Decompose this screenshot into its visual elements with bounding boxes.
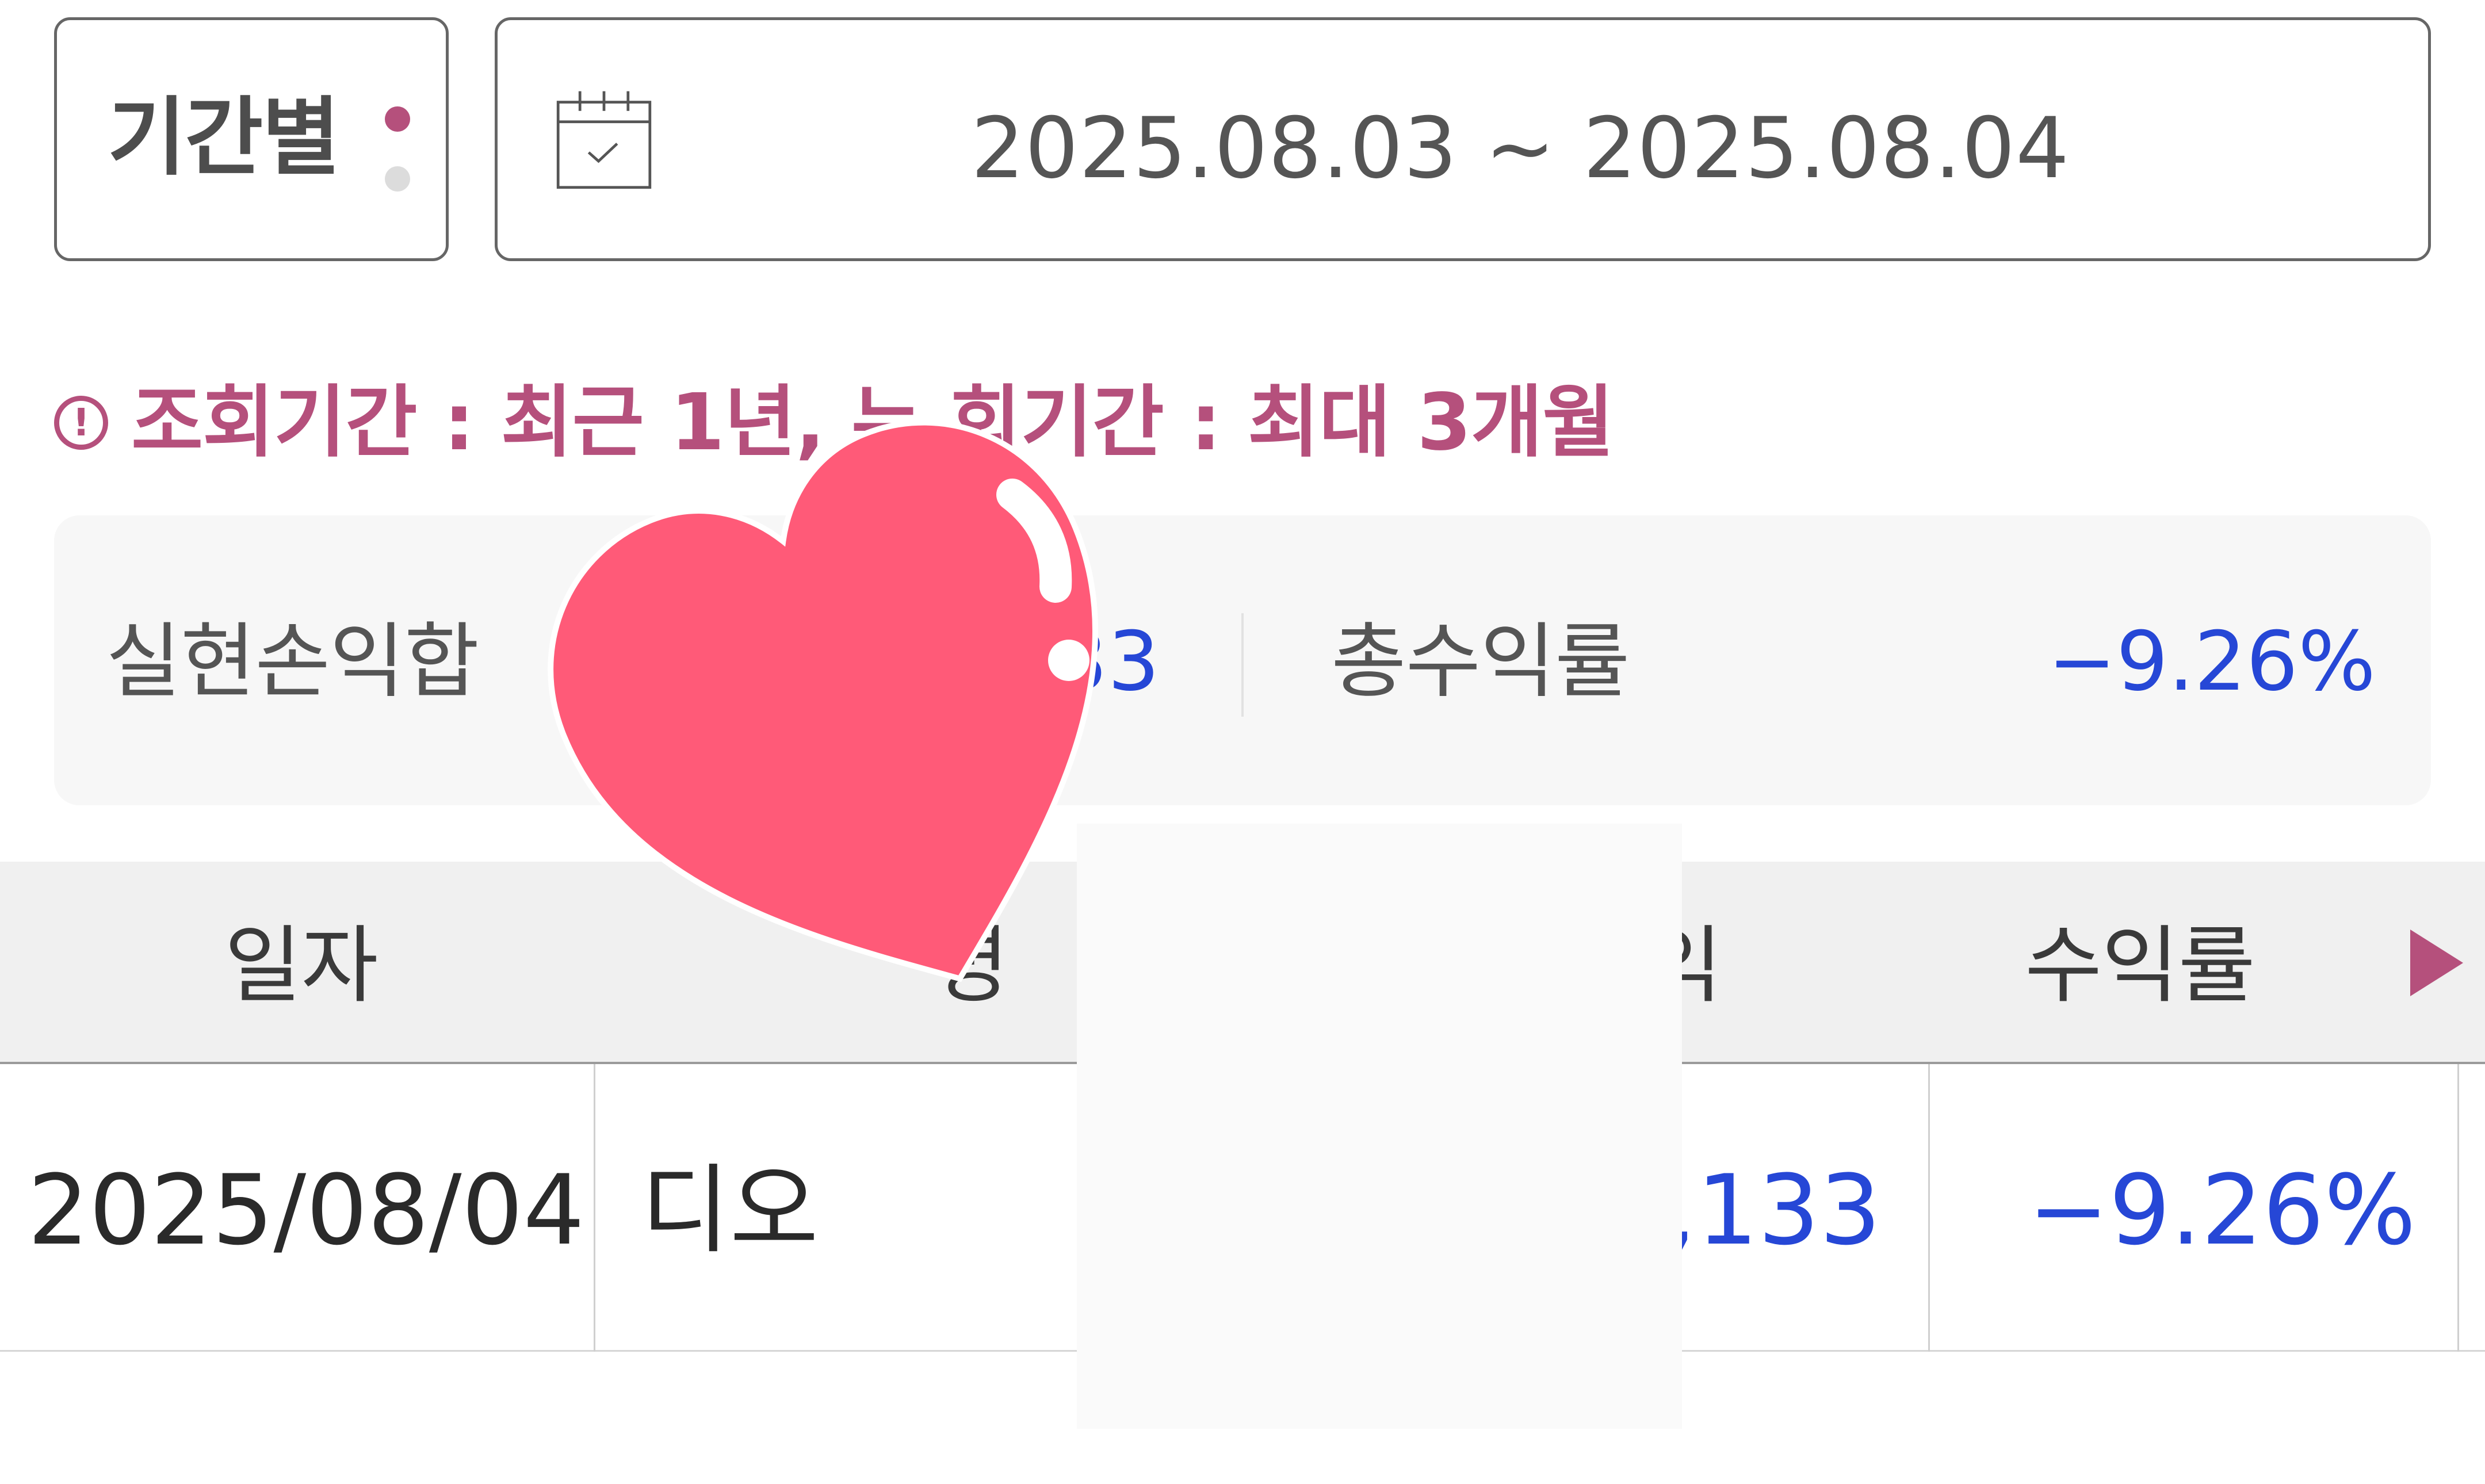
realized-profit-label: 실현손익합 [106, 614, 479, 709]
summary-box: 실현손익합 33 총수익률 −9.26% [54, 515, 2431, 805]
row-date: 2025/08/04 [28, 1154, 585, 1267]
trading-history-screen: 기간별 2025.08.03 ~ 2025.08.04 ! 조회기간 : 최근 … [0, 0, 2485, 1484]
period-filter-label: 기간별 [108, 88, 340, 187]
column-divider [594, 1064, 595, 1352]
column-divider [1928, 1064, 1930, 1352]
column-divider [2457, 1064, 2459, 1352]
exclamation-icon: ! [54, 396, 108, 450]
total-return-value: −9.26% [2047, 614, 2376, 709]
date-range-text: 2025.08.03 ~ 2025.08.04 [970, 100, 2070, 197]
header-return: 수익률 [2025, 917, 2255, 1015]
total-return-label: 총수익률 [1331, 614, 1630, 709]
row-stock-name: 디오 [641, 1154, 819, 1267]
heart-sticker-icon [548, 419, 1098, 982]
date-range-picker[interactable]: 2025.08.03 ~ 2025.08.04 [495, 17, 2431, 261]
active-dot-icon [385, 106, 410, 132]
row-profit: ,133 [1665, 1154, 1881, 1267]
header-date: 일자 [224, 917, 379, 1015]
scroll-right-arrow-icon[interactable] [2410, 930, 2463, 996]
inactive-dot-icon [385, 166, 410, 192]
row-return: −9.26% [2028, 1154, 2416, 1267]
summary-divider [1241, 613, 1244, 717]
period-filter-dropdown[interactable]: 기간별 [54, 17, 449, 261]
